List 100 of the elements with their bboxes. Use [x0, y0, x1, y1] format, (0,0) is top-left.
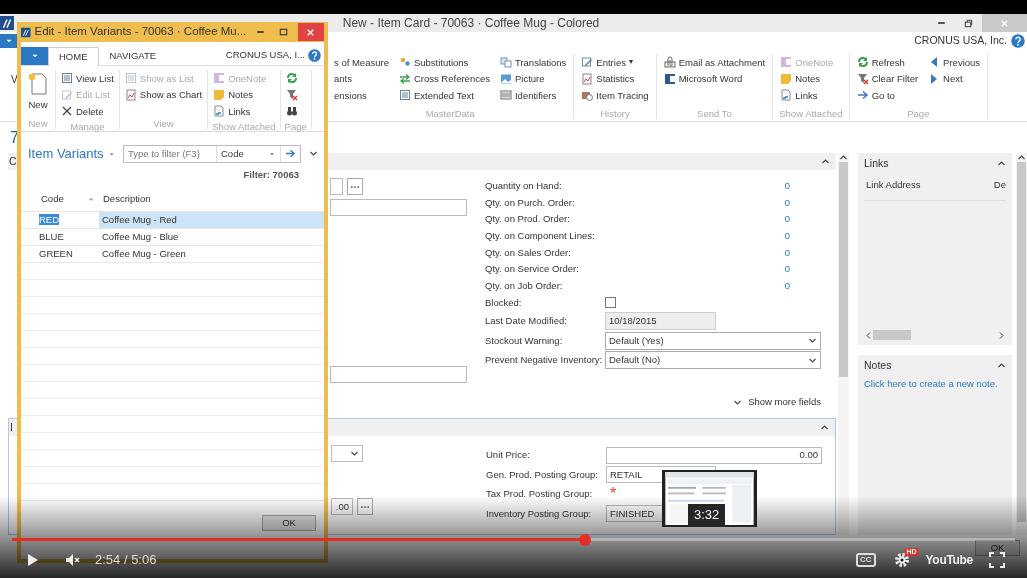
ribbon-button[interactable]: Cross References [397, 70, 491, 87]
column-header: De [993, 178, 1006, 192]
input-field[interactable] [330, 199, 467, 216]
ribbon-button[interactable]: ants [333, 70, 390, 87]
new-note-link[interactable]: Click here to create a new note. [864, 377, 998, 392]
ribbon-button[interactable]: Clear Filter [855, 70, 920, 87]
date-field: 10/18/2015 [605, 312, 716, 331]
ribbon-button[interactable]: Item Tracing [580, 87, 650, 104]
ribbon-button[interactable]: Identifiers [498, 87, 568, 104]
chevron-icon [309, 149, 318, 159]
app-icon [21, 25, 31, 39]
company-name: CRONUS USA, I... [225, 48, 305, 63]
scrollbar[interactable] [1016, 153, 1027, 535]
ribbon-button[interactable]: New [25, 70, 51, 110]
group-label: Show Attached [779, 107, 843, 119]
ribbon-button[interactable]: Notes [212, 86, 268, 103]
table-cell[interactable]: Coffee Mug - Blue [99, 228, 324, 245]
help-button[interactable] [308, 49, 321, 62]
ribbon-button[interactable]: s of Measure [333, 54, 390, 71]
field-value[interactable]: 0 [605, 195, 790, 210]
field-value[interactable]: 0 [605, 278, 790, 293]
ribbon-button[interactable]: Next [927, 70, 982, 87]
expand-button[interactable] [309, 149, 318, 159]
list-icon [124, 72, 137, 85]
input-field[interactable] [330, 178, 343, 195]
show-more-button[interactable]: Show more fields [733, 395, 821, 410]
ellipsis-icon [361, 505, 369, 508]
group-label: MasterData [424, 107, 476, 119]
input-field[interactable] [330, 366, 467, 383]
scrollbar[interactable] [838, 153, 849, 535]
field-label: Gen. Prod. Posting Group: [486, 467, 599, 482]
mute-button[interactable] [64, 553, 81, 567]
link-icon [213, 105, 226, 118]
ribbon-button[interactable]: View List [60, 70, 115, 87]
ribbon-button[interactable]: ensions [333, 87, 390, 104]
column-header[interactable]: Code [41, 192, 64, 207]
field-value[interactable]: 0 [605, 245, 790, 260]
scroll-up-icon [1017, 153, 1026, 162]
select-field[interactable] [331, 445, 363, 463]
caret-icon: ▾ [628, 58, 633, 67]
window-title: New - Item Card - 70063 · Coffee Mug - Colored [342, 16, 600, 30]
ribbon-button[interactable]: Delete [60, 103, 115, 120]
horizontal-scrollbar[interactable] [864, 329, 1006, 341]
ribbon-button[interactable]: Translations [498, 54, 568, 71]
captions-button[interactable]: CC [856, 553, 876, 567]
ribbon-button[interactable]: Picture [498, 70, 568, 87]
picture-icon [499, 72, 512, 85]
site-logo[interactable]: YouTube [925, 551, 973, 569]
column-header[interactable]: Description [99, 192, 151, 207]
field-value[interactable]: 0 [605, 228, 790, 244]
lookup-button[interactable] [357, 498, 373, 516]
select-field[interactable]: Default (No) [605, 351, 821, 370]
table-cell[interactable]: RED [39, 213, 60, 225]
ribbon-tab[interactable]: HOME [48, 47, 99, 66]
ribbon-button[interactable]: Refresh [855, 54, 920, 71]
field-label: Blocked: [485, 295, 523, 310]
filter-field[interactable]: Type to filter (F3) Code [123, 144, 301, 163]
ribbon-button[interactable]: Notes [779, 70, 835, 87]
field-label: Quantity on Hand: [485, 179, 563, 194]
field-value[interactable]: 0 [605, 212, 790, 227]
settings-button[interactable] [893, 552, 910, 568]
ribbon-button[interactable]: Links [779, 87, 835, 104]
ribbon-button[interactable]: Extended Text [397, 87, 491, 104]
menu-button[interactable] [0, 34, 17, 48]
scroll-up-icon [839, 153, 848, 162]
ribbon-button[interactable]: Email as Attachment [662, 54, 767, 71]
help-icon [308, 49, 321, 62]
ok-button[interactable]: OK [262, 515, 316, 531]
ribbon-button[interactable]: Links [212, 103, 268, 120]
ribbon-button[interactable]: Statistics [580, 70, 650, 87]
field-value[interactable]: 0 [605, 262, 790, 277]
input-field[interactable]: .00 [331, 498, 353, 516]
ribbon-button[interactable]: Go to [855, 87, 920, 104]
note-icon [213, 88, 226, 101]
clear-filter-icon [856, 72, 869, 85]
field-label: Stockout Warning: [485, 333, 564, 348]
checkbox[interactable] [605, 297, 616, 309]
ribbon-button[interactable]: Previous [927, 54, 982, 71]
ribbon-tab[interactable]: NAVIGATE [98, 47, 168, 65]
ribbon-button[interactable]: Microsoft Word [662, 70, 767, 87]
table-cell[interactable]: Coffee Mug - Green [99, 245, 324, 262]
maximize-icon [278, 26, 290, 38]
ribbon-button[interactable]: Substitutions [397, 54, 491, 71]
ribbon-button[interactable]: Entries ▾ [580, 54, 650, 71]
ribbon-button[interactable]: V [0, 50, 17, 121]
table-cell[interactable]: GREEN [39, 247, 73, 259]
field-value[interactable]: 0 [605, 179, 790, 194]
video-time: 2:54 / 5:06 [95, 551, 157, 570]
arrow-icon [856, 89, 869, 102]
help-button[interactable] [1011, 34, 1025, 48]
chart-icon [124, 88, 137, 101]
input-field[interactable]: 0.00 [606, 446, 822, 464]
refresh-icon [285, 72, 298, 85]
play-button[interactable] [26, 553, 40, 567]
table-cell[interactable]: BLUE [39, 230, 64, 242]
fullscreen-button[interactable] [989, 552, 1005, 568]
lookup-button[interactable] [347, 178, 363, 195]
close-button[interactable] [297, 23, 324, 41]
ribbon-button[interactable]: Show as Chart [123, 86, 204, 103]
select-field[interactable]: Default (Yes) [605, 331, 821, 350]
